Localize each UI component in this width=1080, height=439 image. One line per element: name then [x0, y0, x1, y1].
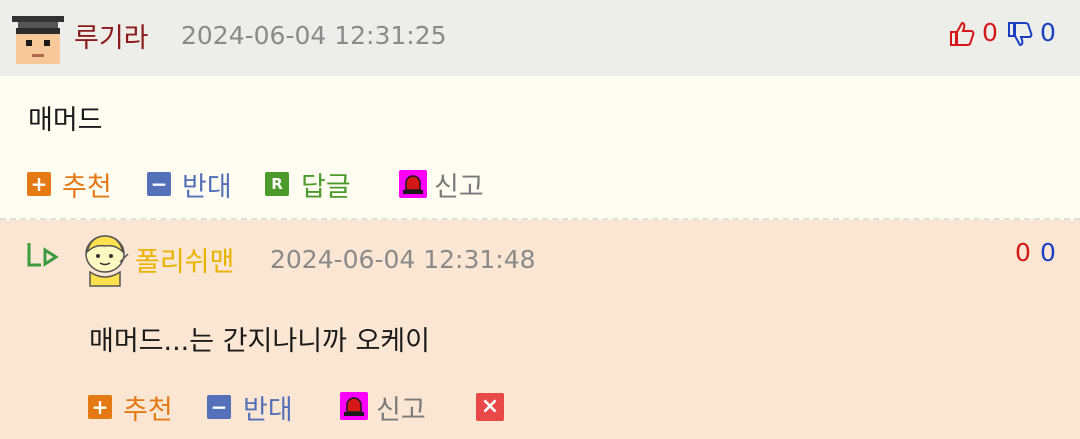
like-count: 0 [982, 18, 998, 47]
minus-icon-glyph: − [210, 395, 228, 419]
recommend-button[interactable]: 추천 [62, 165, 112, 204]
like-count: 0 [1015, 238, 1031, 267]
comment-body [0, 76, 1080, 220]
plus-icon[interactable]: + [27, 172, 51, 196]
avatar[interactable] [80, 232, 132, 288]
reply-icon-glyph: R [271, 175, 283, 193]
comment-date: 2024-06-04 12:31:25 [181, 21, 447, 50]
plus-icon-glyph: + [91, 395, 109, 419]
plus-icon-glyph: + [30, 172, 48, 196]
comment-date: 2024-06-04 12:31:48 [270, 245, 536, 274]
delete-icon[interactable]: × [476, 393, 504, 421]
avatar[interactable] [10, 12, 66, 68]
minus-icon[interactable]: − [207, 395, 231, 419]
report-button[interactable]: 신고 [434, 165, 484, 204]
comment-header [0, 0, 1080, 76]
report-button[interactable]: 신고 [376, 388, 426, 427]
nickname[interactable]: 루기라 [74, 16, 149, 55]
comment-text: 매머드 [28, 105, 103, 136]
nickname[interactable]: 폴리쉬맨 [135, 240, 234, 279]
oppose-button[interactable]: 반대 [243, 388, 293, 427]
reply-button[interactable]: 답글 [301, 165, 351, 204]
plus-icon[interactable]: + [88, 395, 112, 419]
oppose-button[interactable]: 반대 [182, 165, 232, 204]
reply-arrow-icon [27, 243, 59, 267]
dislike-count: 0 [1040, 238, 1056, 267]
recommend-button[interactable]: 추천 [123, 388, 173, 427]
comment-text: 매머드...는 간지나니까 오케이 [89, 326, 430, 357]
thumbs-down-icon[interactable] [1006, 20, 1034, 48]
minus-icon[interactable]: − [147, 172, 171, 196]
minus-icon-glyph: − [150, 172, 168, 196]
siren-icon[interactable] [399, 170, 427, 198]
delete-icon-glyph: × [480, 394, 500, 419]
thumbs-up-icon[interactable] [948, 20, 976, 48]
siren-icon[interactable] [340, 392, 368, 420]
reply-icon[interactable]: R [265, 172, 289, 196]
dislike-count: 0 [1040, 18, 1056, 47]
